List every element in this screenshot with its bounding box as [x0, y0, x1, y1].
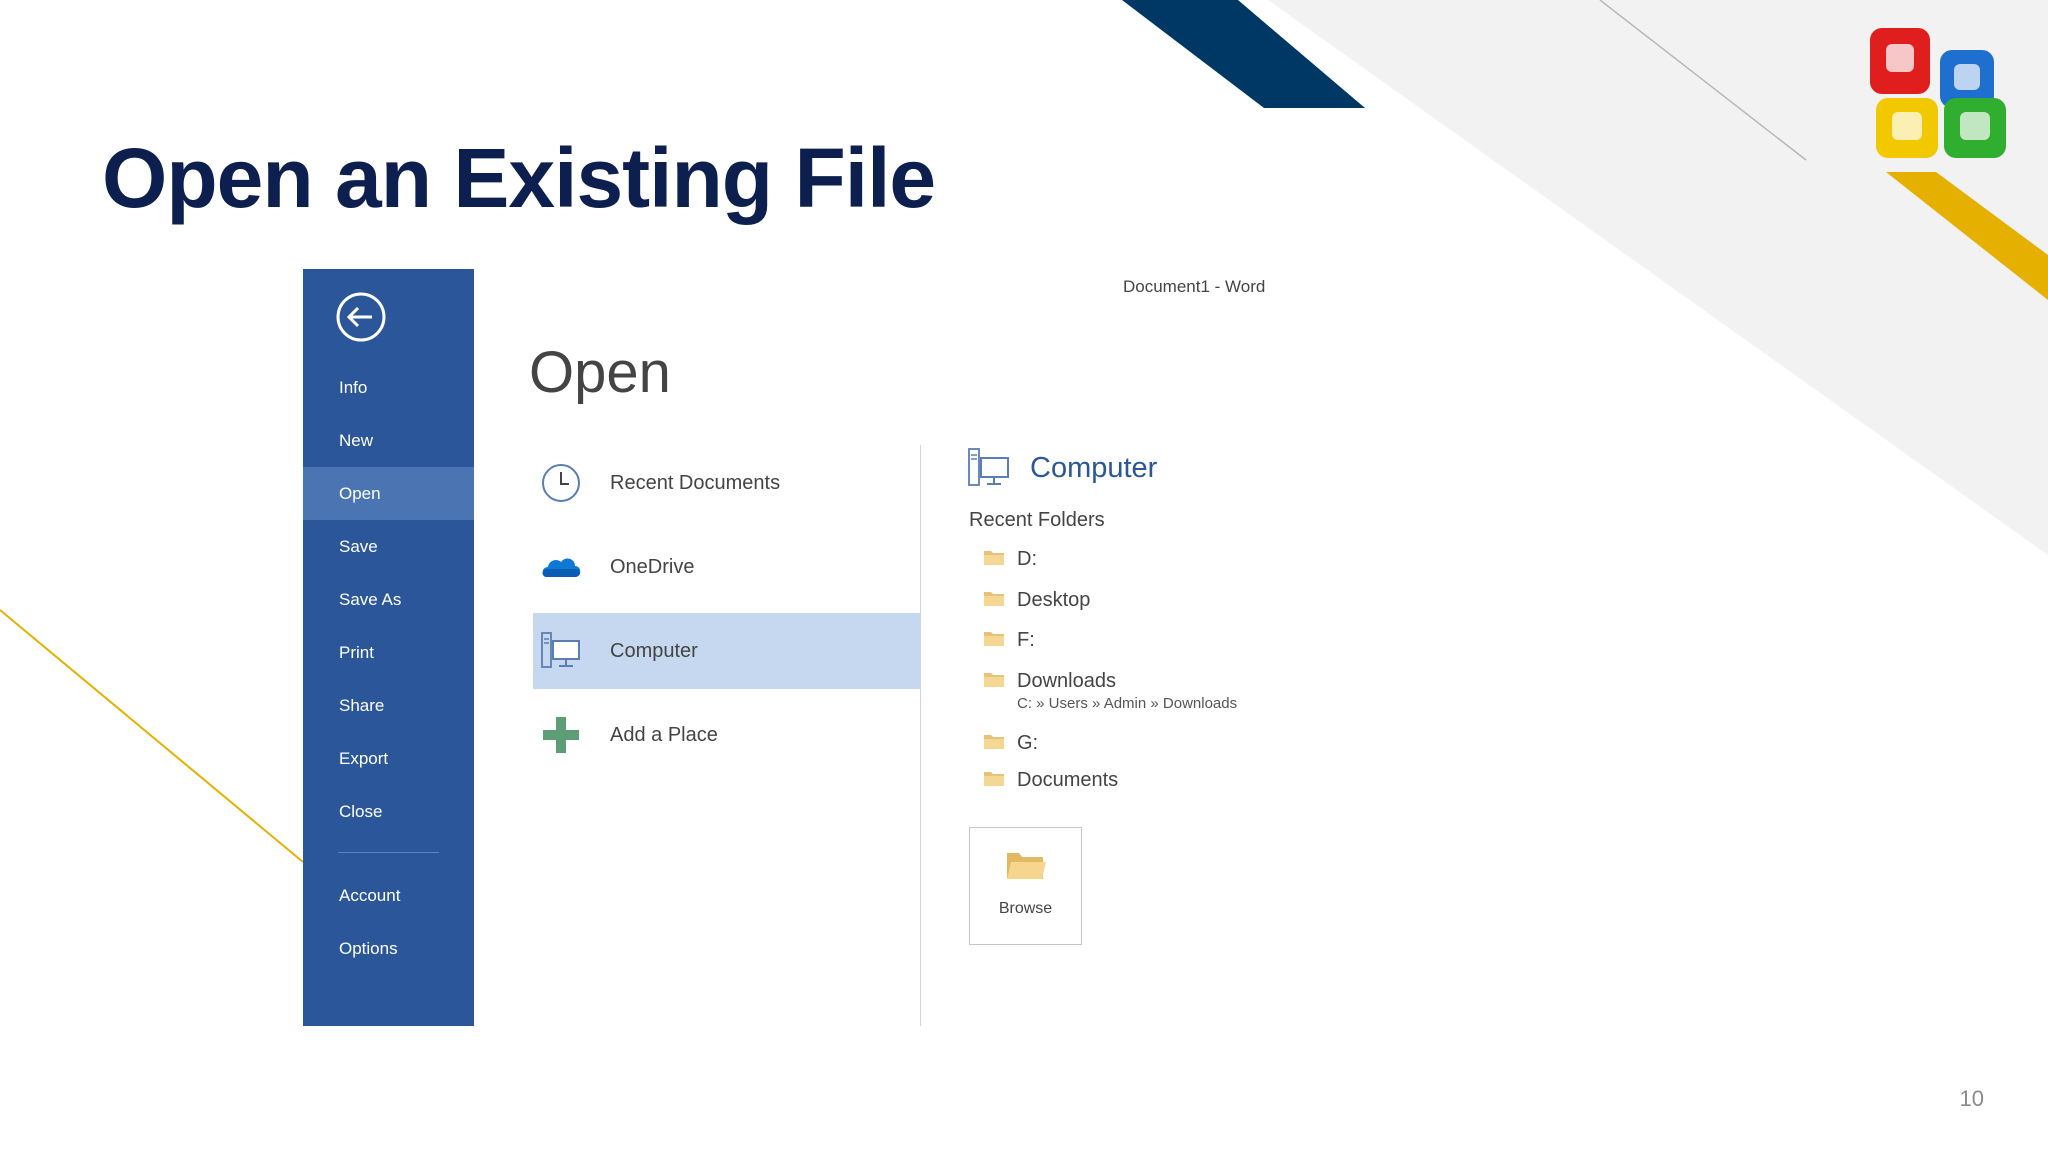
folder-path: C: » Users » Admin » Downloads — [1017, 695, 1238, 712]
computer-icon — [541, 632, 580, 668]
sidebar-item-close[interactable]: Close — [303, 785, 474, 838]
slide-title: Open an Existing File — [102, 131, 936, 225]
location-label: Computer — [610, 640, 698, 662]
recent-folders-label: Recent Folders — [969, 509, 1105, 531]
sidebar-item-new[interactable]: New — [303, 414, 474, 467]
sidebar-item-save-as[interactable]: Save As — [303, 573, 474, 626]
folder-name: G: — [1017, 732, 1039, 754]
sidebar-item-open[interactable]: Open — [303, 467, 474, 520]
folder-item[interactable]: Desktop — [983, 586, 1283, 616]
gold-accent-line — [0, 609, 304, 863]
word-open-backstage-screenshot: Info New Open Save Save As Print Share E… — [303, 269, 1303, 1026]
clock-icon — [542, 464, 580, 502]
folder-item[interactable]: G: — [983, 729, 1283, 759]
folder-item[interactable]: Documents — [983, 766, 1283, 796]
sidebar-item-options[interactable]: Options — [303, 922, 474, 975]
folder-item[interactable]: D: — [983, 545, 1283, 575]
computer-icon — [968, 448, 1009, 486]
folder-name: Desktop — [1017, 589, 1091, 611]
folder-icon — [984, 632, 1004, 646]
sidebar-divider — [338, 852, 439, 853]
sidebar-item-share[interactable]: Share — [303, 679, 474, 732]
location-recent-documents[interactable]: Recent Documents — [533, 445, 920, 521]
window-title: Document1 - Word — [1123, 277, 1266, 296]
location-computer[interactable]: Computer — [533, 613, 920, 689]
sidebar-item-export[interactable]: Export — [303, 732, 474, 785]
computer-heading-text: Computer — [1030, 452, 1158, 484]
browse-button[interactable]: Browse — [969, 827, 1082, 945]
sidebar-item-save[interactable]: Save — [303, 520, 474, 573]
folder-item[interactable]: F: — [983, 626, 1283, 656]
folder-icon — [984, 735, 1004, 749]
page-number: 10 — [1959, 1086, 1984, 1111]
open-heading: Open — [529, 340, 671, 405]
browse-label: Browse — [998, 900, 1053, 917]
folder-icon — [984, 551, 1004, 565]
plus-icon — [543, 717, 579, 753]
office-logo — [1870, 28, 2006, 158]
folder-icon — [984, 592, 1004, 606]
open-folder-icon — [1007, 853, 1046, 879]
sidebar-item-print[interactable]: Print — [303, 626, 474, 679]
back-arrow-icon[interactable] — [334, 290, 388, 344]
sidebar-item-info[interactable]: Info — [303, 361, 474, 414]
location-label: Add a Place — [610, 724, 718, 746]
folder-icon — [984, 673, 1004, 687]
folder-icon — [984, 772, 1004, 786]
backstage-sidebar: Info New Open Save Save As Print Share E… — [303, 269, 474, 1026]
location-onedrive[interactable]: OneDrive — [533, 529, 920, 605]
cloud-icon — [542, 558, 581, 577]
folder-item[interactable]: Downloads C: » Users » Admin » Downloads — [983, 667, 1283, 719]
panel-divider — [920, 445, 921, 1026]
folder-name: D: — [1017, 548, 1037, 570]
sidebar-item-account[interactable]: Account — [303, 869, 474, 922]
location-add-a-place[interactable]: Add a Place — [533, 697, 920, 773]
location-label: OneDrive — [610, 556, 695, 578]
folder-name: Downloads — [1017, 670, 1116, 692]
folder-name: Documents — [1017, 769, 1119, 791]
folder-name: F: — [1017, 629, 1035, 651]
location-label: Recent Documents — [610, 472, 781, 494]
